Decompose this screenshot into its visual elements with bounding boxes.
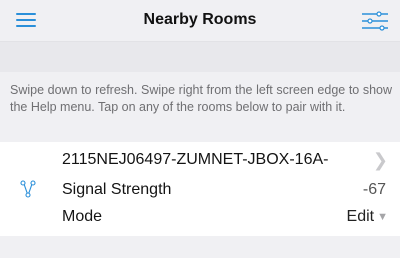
top-bar: Nearby Rooms bbox=[0, 0, 400, 42]
pull-refresh-area bbox=[0, 42, 400, 72]
mode-label: Mode bbox=[62, 208, 103, 225]
network-nodes-icon bbox=[20, 180, 36, 198]
room-name: 2115NEJ06497-ZUMNET-JBOX-16A- bbox=[62, 151, 329, 168]
mode-value: Edit bbox=[346, 208, 375, 225]
room-card[interactable]: 2115NEJ06497-ZUMNET-JBOX-16A- ❯ Signal S… bbox=[0, 142, 400, 236]
signal-strength-label: Signal Strength bbox=[62, 181, 172, 198]
chevron-right-icon[interactable]: ❯ bbox=[373, 150, 388, 171]
help-text: Swipe down to refresh. Swipe right from … bbox=[10, 83, 392, 114]
mode-dropdown[interactable]: Edit ▼ bbox=[347, 208, 388, 226]
filter-sliders-icon[interactable] bbox=[362, 11, 388, 31]
signal-strength-value: -67 bbox=[362, 181, 386, 198]
page-title: Nearby Rooms bbox=[143, 11, 257, 28]
caret-down-icon: ▼ bbox=[377, 211, 388, 223]
